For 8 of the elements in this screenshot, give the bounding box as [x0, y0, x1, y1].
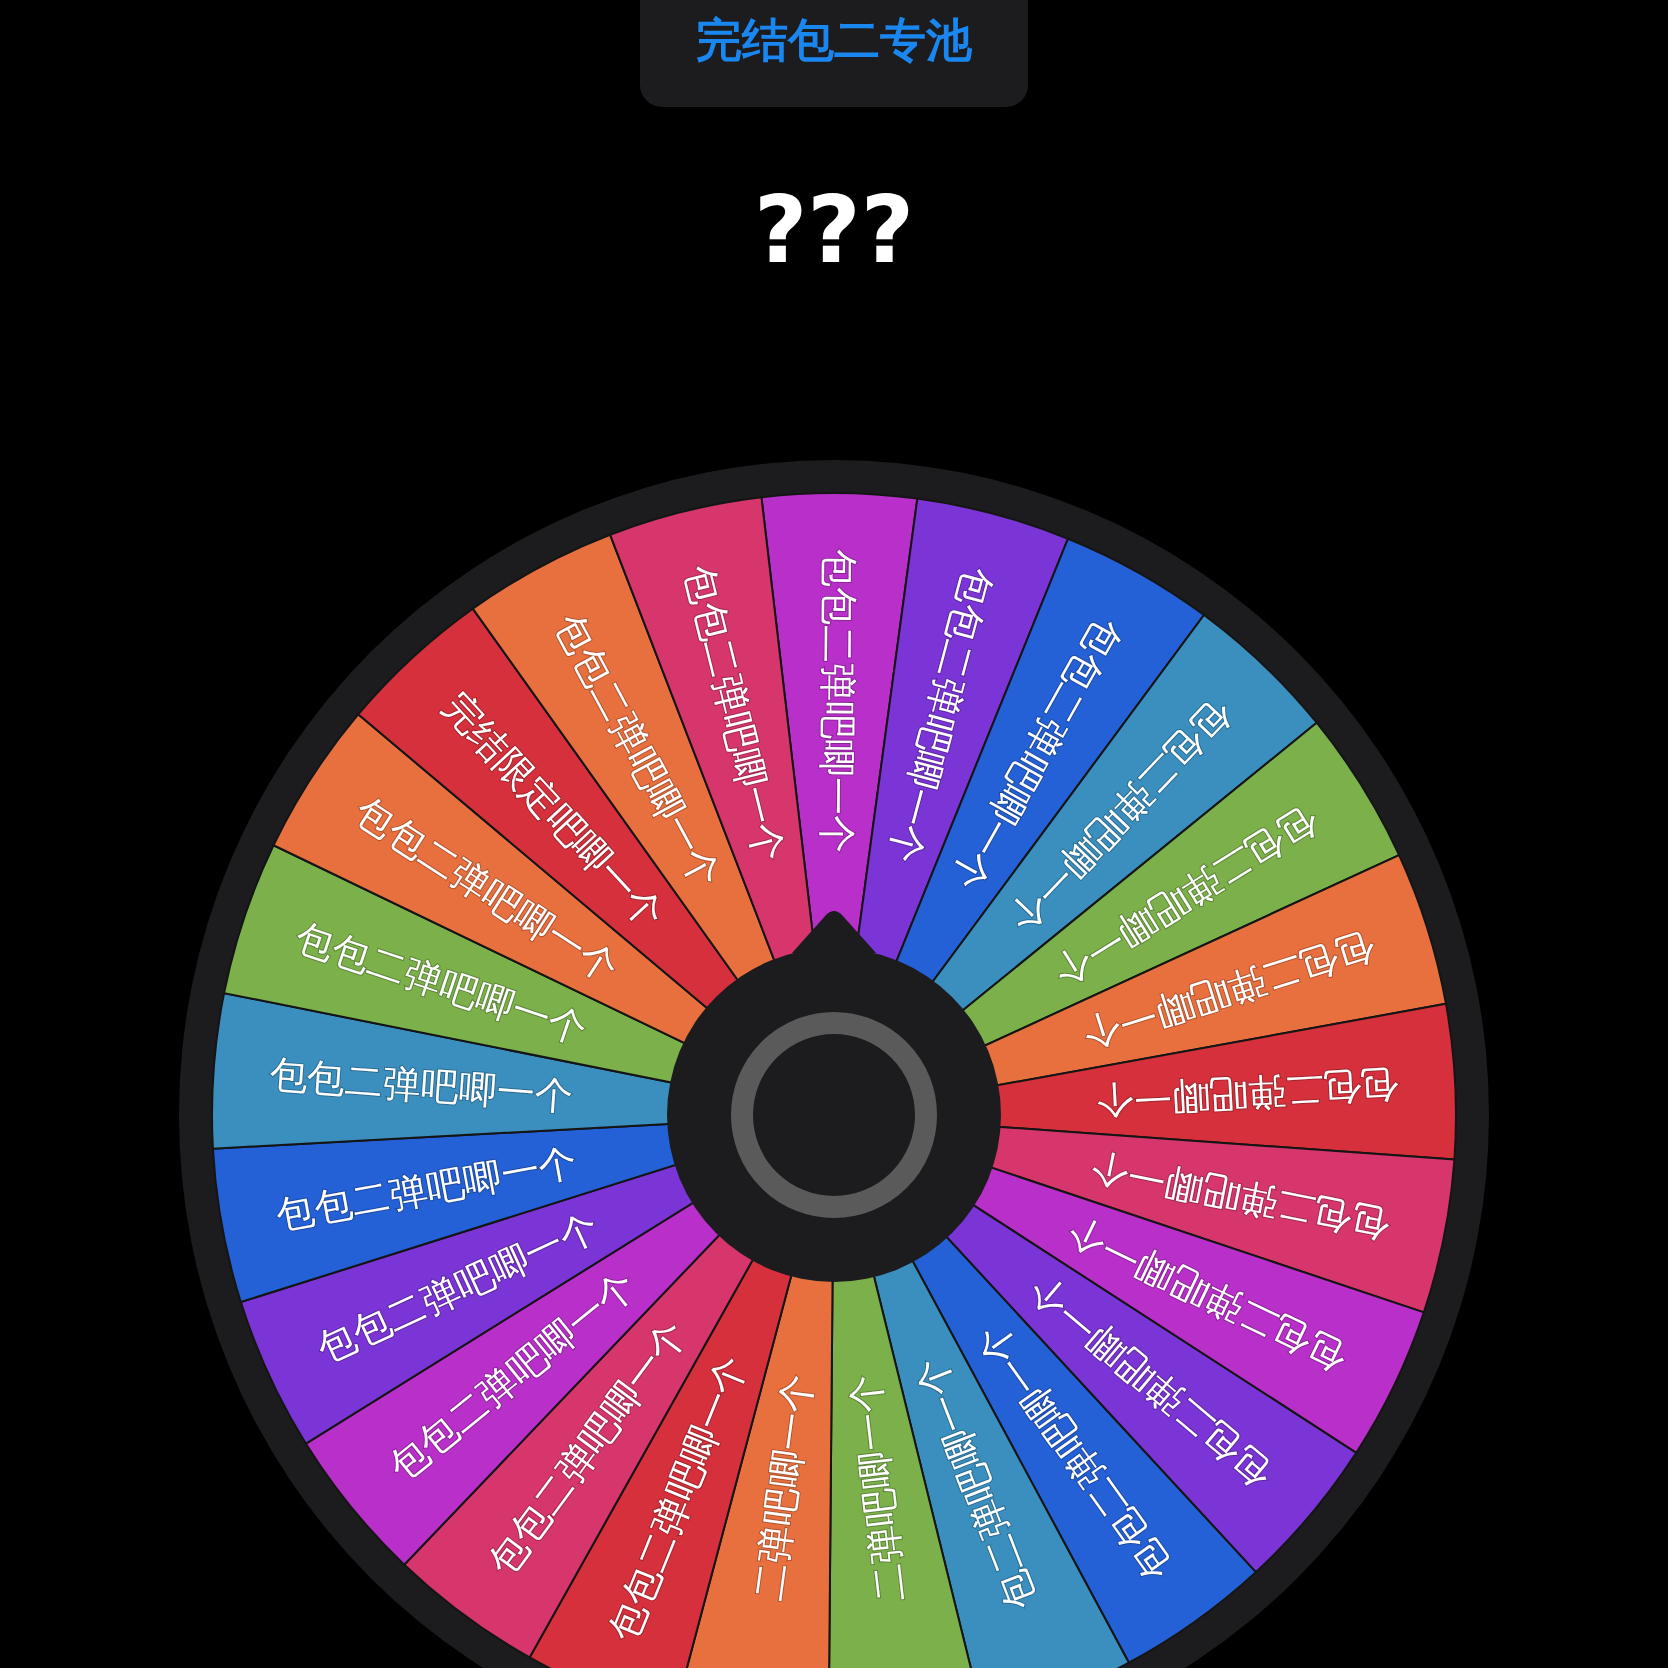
segment-label: 包包二弹吧唧一个: [1094, 1062, 1401, 1123]
segment-label: 二弹吧唧一个: [842, 1372, 913, 1605]
pool-title: 完结包二专池: [640, 0, 1028, 107]
result-text: ???: [753, 181, 915, 281]
segment-label: 包包二弹吧唧一个: [814, 548, 861, 854]
spin-button[interactable]: [667, 911, 1001, 1282]
segment-label: 二弹吧唧一个: [746, 1371, 821, 1604]
segment-label: 包包二弹吧唧一个: [267, 1052, 575, 1119]
